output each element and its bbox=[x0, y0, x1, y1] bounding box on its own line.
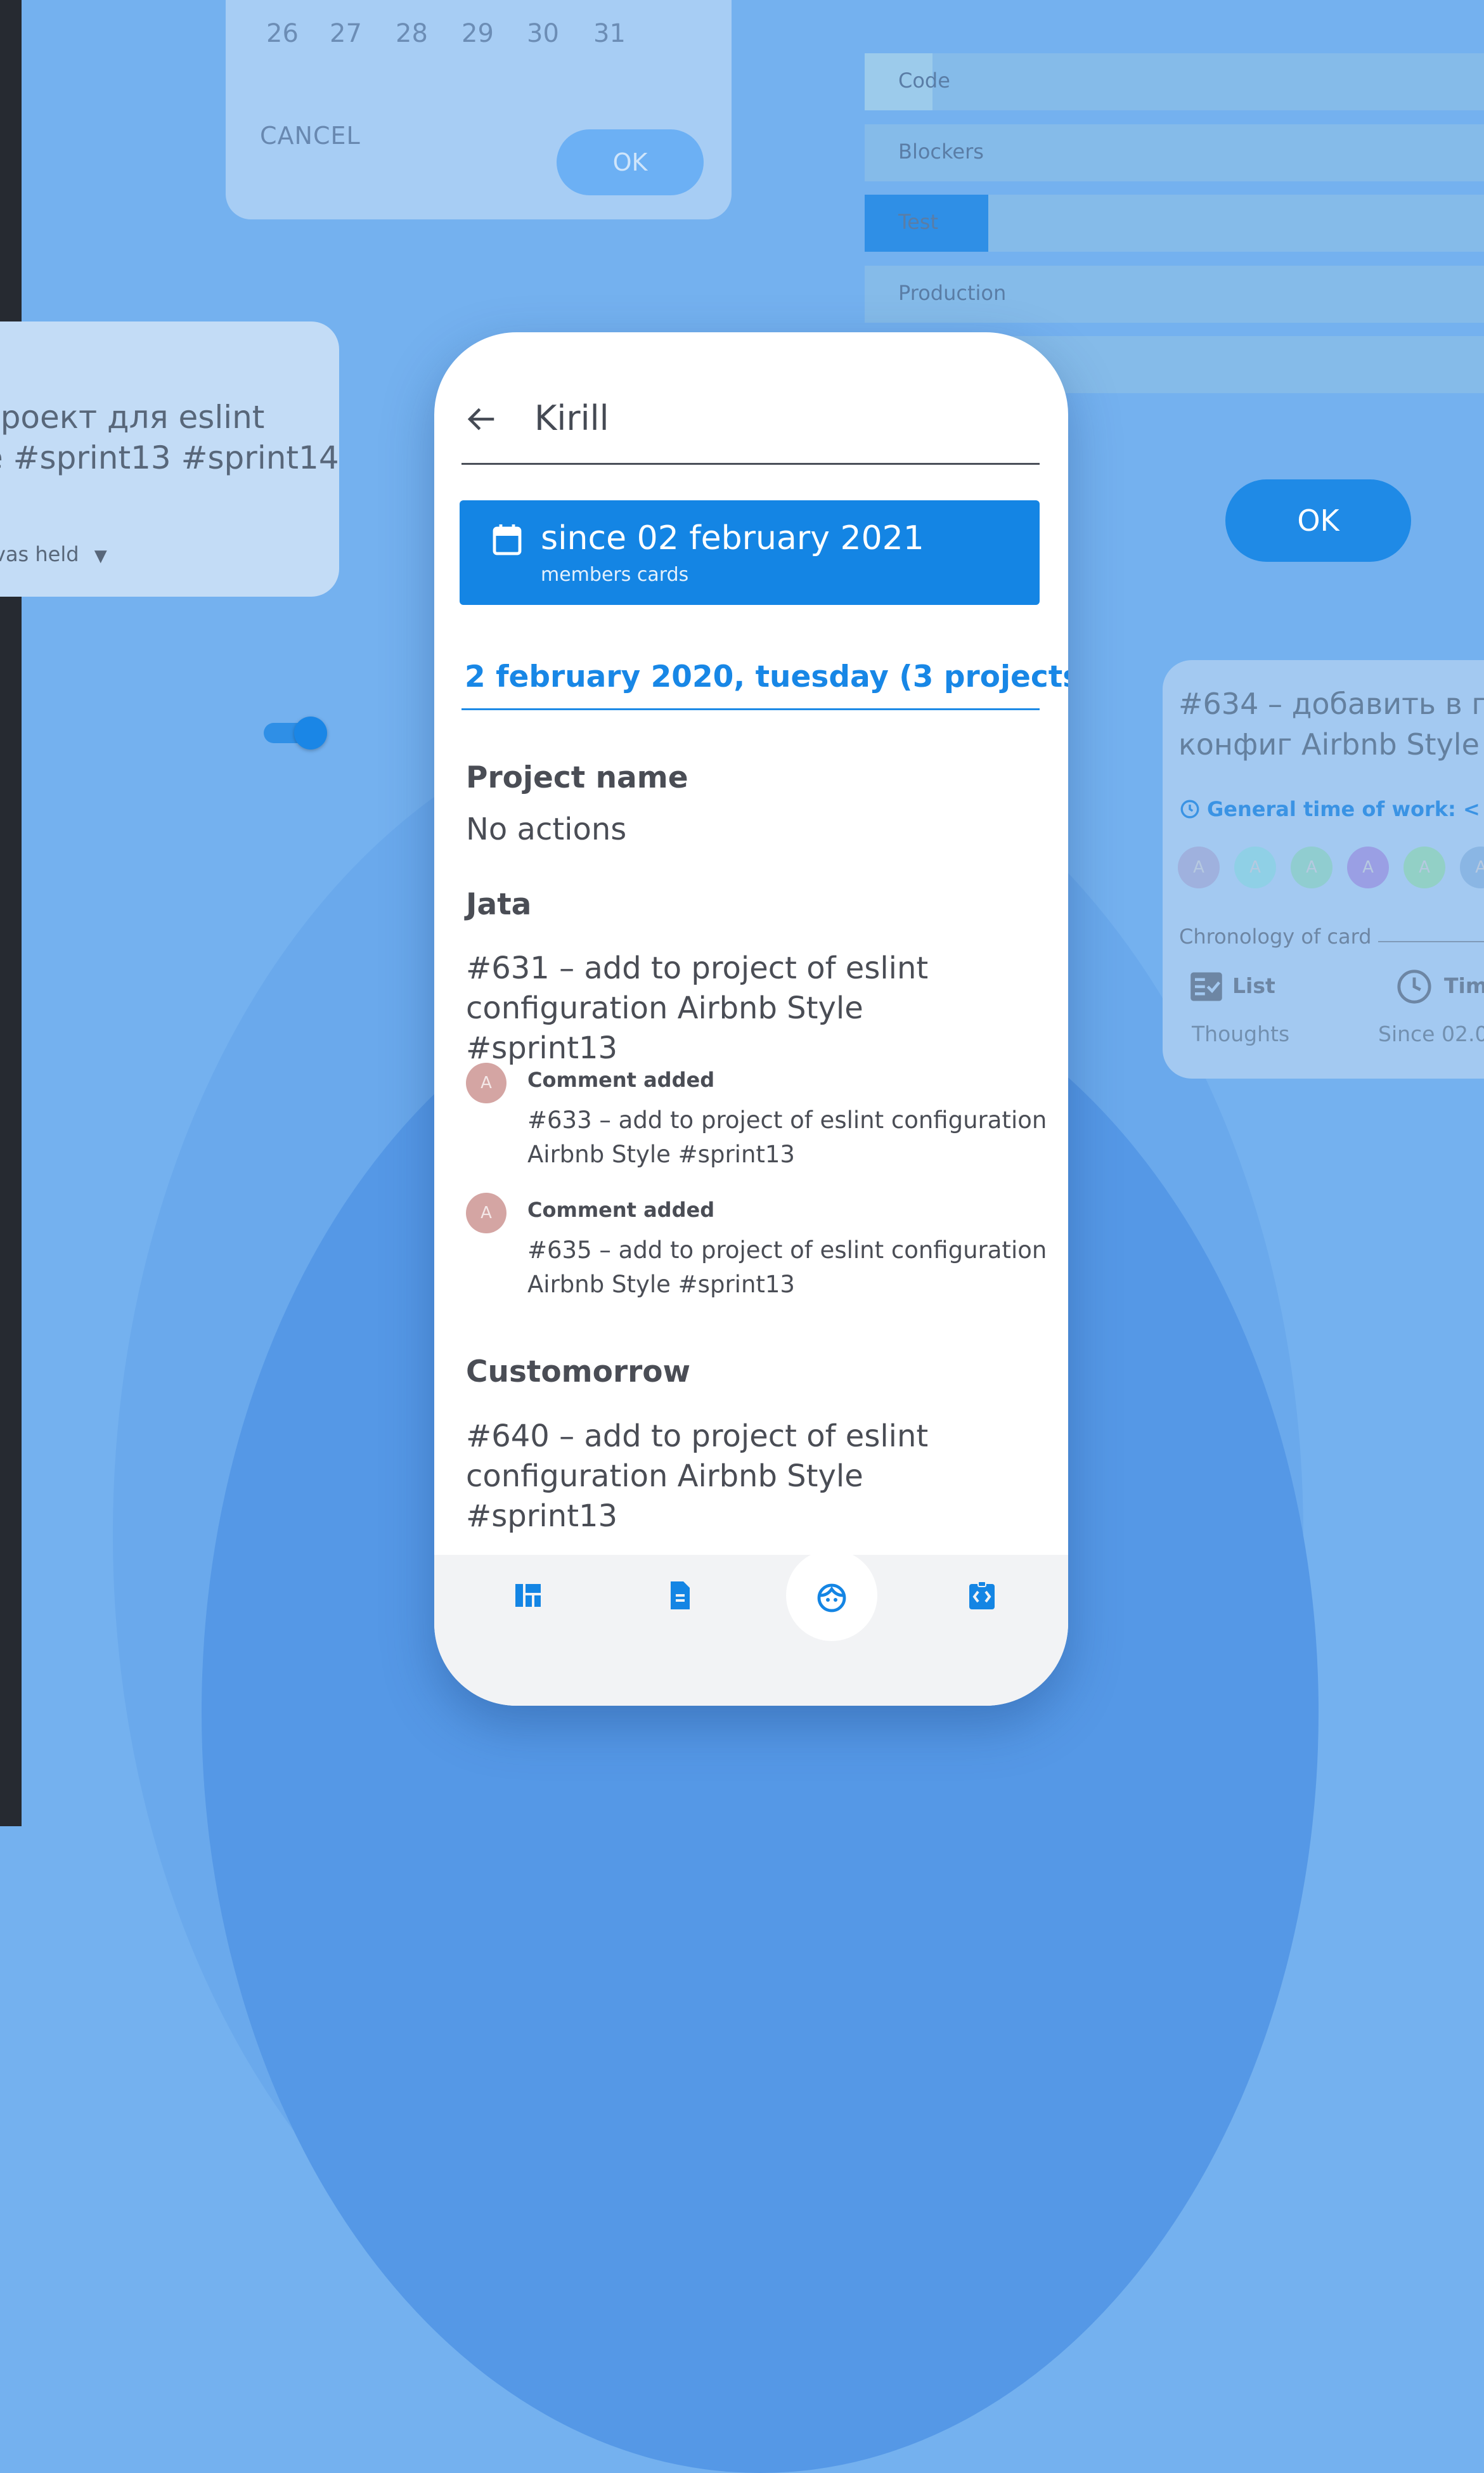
chronology-label: Chronology of card bbox=[1179, 925, 1372, 949]
task-card-right[interactable]: #634 – добавить в п конфиг Airbnb Style … bbox=[1163, 660, 1484, 1079]
comment-text: #633 – add to project of eslint configur… bbox=[527, 1103, 1047, 1172]
avatar: A bbox=[466, 1063, 506, 1103]
back-arrow-icon[interactable] bbox=[464, 402, 498, 436]
held-dropdown[interactable]: vas held ▼ bbox=[0, 542, 107, 566]
toggle-switch[interactable] bbox=[264, 717, 327, 750]
stage-bar-production[interactable]: Production bbox=[865, 266, 1484, 323]
task-text-line: configuration Airbnb Style #sprint13 bbox=[466, 1458, 863, 1534]
task-item[interactable]: #631 – add to project of eslint configur… bbox=[466, 949, 1024, 1068]
card-text-line: проект для eslint bbox=[0, 399, 265, 436]
date-underline bbox=[461, 708, 1040, 710]
task-text-line: #640 – add to project of eslint bbox=[466, 1418, 929, 1454]
ok-button-right[interactable]: OK bbox=[1225, 479, 1411, 562]
stage-bar-blockers[interactable]: Blockers bbox=[865, 124, 1484, 181]
task-card-left[interactable]: проект для eslint e #sprint13 #sprint14 … bbox=[0, 321, 339, 597]
project-name: Customorrow bbox=[466, 1354, 691, 1389]
comment-text: #635 – add to project of eslint configur… bbox=[527, 1233, 1047, 1302]
cancel-button[interactable]: CANCEL bbox=[260, 122, 361, 150]
member-avatar[interactable]: A bbox=[1291, 847, 1332, 888]
member-avatar[interactable]: A bbox=[1178, 847, 1220, 888]
thoughts-label: Thoughts bbox=[1192, 1022, 1290, 1046]
bottom-navigation bbox=[434, 1550, 1068, 1706]
comment-text-line: Airbnb Style #sprint13 bbox=[527, 1271, 795, 1298]
project-status: No actions bbox=[466, 812, 627, 847]
stage-bar-code[interactable]: Code bbox=[865, 53, 1484, 110]
member-avatar[interactable]: A bbox=[1403, 847, 1445, 888]
dropdown-arrow-icon: ▼ bbox=[94, 547, 107, 566]
stage-label: Code bbox=[898, 68, 950, 93]
banner-subtitle: members cards bbox=[541, 564, 689, 586]
calendar-day[interactable]: 31 bbox=[593, 19, 626, 48]
calendar-day[interactable]: 30 bbox=[527, 19, 559, 48]
divider bbox=[1378, 941, 1484, 942]
held-label: vas held bbox=[0, 542, 79, 566]
header-divider bbox=[461, 463, 1040, 465]
banner-title: since 02 february 2021 bbox=[541, 519, 924, 557]
phone-screen: Kirill since 02 february 2021 members ca… bbox=[434, 332, 1068, 1706]
toggle-knob bbox=[294, 717, 327, 750]
since-date-banner[interactable]: since 02 february 2021 members cards bbox=[460, 500, 1040, 605]
project-name: Project name bbox=[466, 760, 688, 795]
calendar-day[interactable]: 26 bbox=[266, 19, 299, 48]
page-title: Kirill bbox=[534, 398, 609, 438]
code-clipboard-icon[interactable] bbox=[967, 1580, 997, 1611]
date-heading[interactable]: 2 february 2020, tuesday (3 projects) bbox=[465, 659, 1068, 694]
comment-title: Comment added bbox=[527, 1198, 715, 1222]
document-icon[interactable] bbox=[664, 1580, 695, 1611]
member-avatar[interactable]: A bbox=[1460, 847, 1484, 888]
member-avatar[interactable]: A bbox=[1234, 847, 1276, 888]
face-icon[interactable] bbox=[816, 1583, 847, 1613]
ok-button[interactable]: OK bbox=[557, 129, 704, 195]
tab-time[interactable]: Tim bbox=[1444, 973, 1484, 998]
card-text-line: e #sprint13 #sprint14 bbox=[0, 439, 339, 476]
calendar-day[interactable]: 27 bbox=[330, 19, 362, 48]
task-item[interactable]: #640 – add to project of eslint configur… bbox=[466, 1417, 1024, 1536]
clock-icon bbox=[1397, 970, 1431, 1004]
tab-list[interactable]: List bbox=[1232, 973, 1275, 998]
task-text-line: #631 – add to project of eslint bbox=[466, 951, 929, 986]
stage-label: Blockers bbox=[898, 140, 984, 164]
comment-text-line: Airbnb Style #sprint13 bbox=[527, 1141, 795, 1168]
list-icon bbox=[1190, 972, 1222, 1001]
clock-icon bbox=[1180, 800, 1199, 819]
member-avatar[interactable]: A bbox=[1347, 847, 1389, 888]
calendar-icon bbox=[493, 524, 522, 555]
work-time: General time of work: < 1 м bbox=[1179, 797, 1484, 821]
since-label: Since 02.02 bbox=[1378, 1022, 1484, 1046]
work-time-label: General time of work: < 1 м bbox=[1207, 797, 1484, 821]
comment-text-line: #633 – add to project of eslint configur… bbox=[527, 1107, 1047, 1134]
dashboard-icon[interactable] bbox=[513, 1580, 543, 1611]
task-text-line: configuration Airbnb Style #sprint13 bbox=[466, 990, 863, 1066]
comment-title: Comment added bbox=[527, 1068, 715, 1092]
calendar-day[interactable]: 28 bbox=[396, 19, 428, 48]
stage-label: Test bbox=[898, 210, 939, 234]
avatar: A bbox=[466, 1193, 506, 1233]
calendar-day[interactable]: 29 bbox=[461, 19, 494, 48]
card-title-line: #634 – добавить в п bbox=[1178, 687, 1484, 721]
project-name: Jata bbox=[466, 887, 532, 922]
stage-label: Production bbox=[898, 281, 1007, 305]
stage-bar-test[interactable]: Test bbox=[865, 195, 1484, 252]
card-title-line: конфиг Airbnb Style bbox=[1178, 727, 1480, 762]
left-edge-bar bbox=[0, 0, 22, 1826]
calendar-dialog: 26 27 28 29 30 31 CANCEL OK bbox=[226, 0, 732, 219]
comment-text-line: #635 – add to project of eslint configur… bbox=[527, 1236, 1047, 1264]
